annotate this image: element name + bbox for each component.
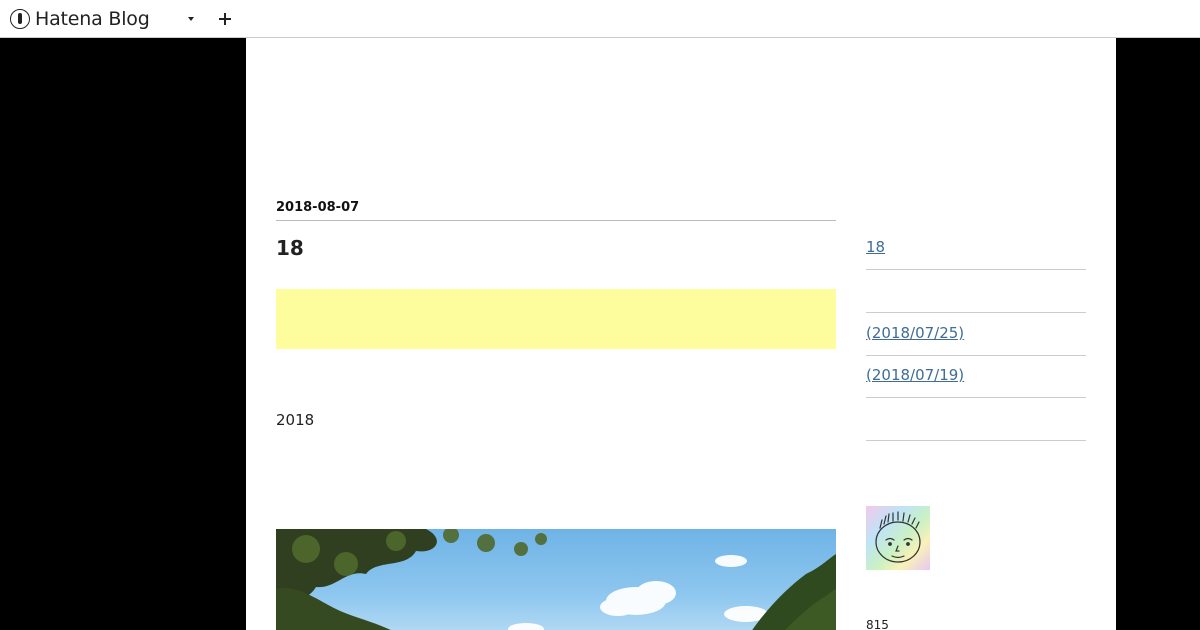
brand-name: Hatena Blog xyxy=(35,7,150,30)
sidebar-link-recent-2[interactable]: (2018/07/19) xyxy=(866,366,964,384)
sidebar-divider xyxy=(866,355,1086,356)
sidebar-divider xyxy=(866,397,1086,398)
hatena-logo-icon xyxy=(10,8,30,29)
highlight-box xyxy=(276,289,836,349)
brand-logo-link[interactable]: Hatena Blog xyxy=(10,0,150,38)
profile-count: 815 xyxy=(866,618,889,630)
sidebar-link-recent-1[interactable]: (2018/07/25) xyxy=(866,324,964,342)
sidebar-divider xyxy=(866,440,1086,441)
blog-page: 2018-08-07 18 2018 18 (2018/07/25) (2018… xyxy=(246,38,1116,630)
global-header: Hatena Blog xyxy=(0,0,1200,38)
entry-date[interactable]: 2018-08-07 xyxy=(276,200,836,221)
chevron-down-icon xyxy=(187,16,194,21)
menu-dropdown-button[interactable] xyxy=(184,12,198,26)
entry-title[interactable]: 18 xyxy=(276,236,304,260)
entry-paragraph: 2018 xyxy=(276,411,315,429)
entry-photo xyxy=(276,529,836,630)
sidebar-divider xyxy=(866,269,1086,270)
sidebar-divider xyxy=(866,312,1086,313)
sidebar-link-entry[interactable]: 18 xyxy=(866,238,885,256)
profile-avatar[interactable] xyxy=(866,506,930,570)
plus-icon[interactable] xyxy=(218,12,232,26)
